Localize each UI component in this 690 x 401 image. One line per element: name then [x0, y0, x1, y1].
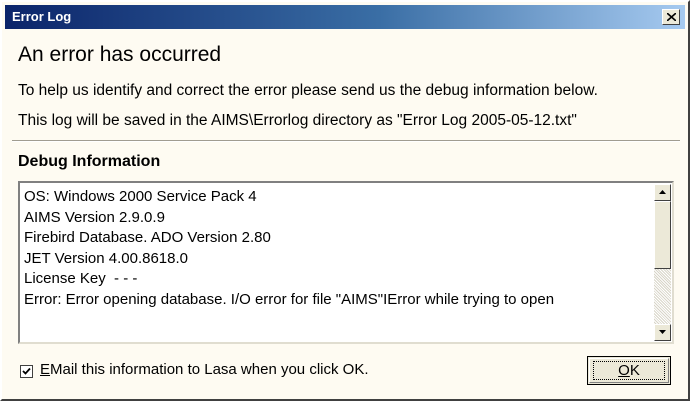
- title-bar[interactable]: Error Log: [5, 5, 685, 29]
- email-hotkey: E: [40, 361, 51, 378]
- email-label-text: Mail this information to Lasa when you c…: [50, 361, 369, 378]
- arrow-up-icon: [659, 190, 666, 194]
- close-button[interactable]: [662, 9, 680, 25]
- check-icon: [22, 367, 31, 375]
- scroll-track[interactable]: [654, 269, 671, 324]
- debug-line: License Key - - -: [24, 270, 138, 287]
- debug-information-title: Debug Information: [18, 153, 161, 170]
- ok-hotkey: O: [618, 362, 630, 379]
- ok-button-label: OK: [588, 362, 670, 379]
- log-path-text: This log will be saved in the AIMS\Error…: [18, 112, 577, 129]
- debug-information-textbox[interactable]: OS: Windows 2000 Service Pack 4 AIMS Ver…: [18, 181, 674, 344]
- scroll-down-button[interactable]: [654, 324, 671, 341]
- email-checkbox[interactable]: [20, 365, 33, 378]
- instruction-text: To help us identify and correct the erro…: [18, 82, 598, 99]
- debug-line: AIMS Version 2.9.0.9: [24, 208, 165, 226]
- error-log-window: Error Log An error has occurred To help …: [0, 0, 690, 401]
- debug-line: JET Version 4.00.8618.0: [24, 249, 189, 267]
- ok-label-rest: K: [629, 362, 640, 379]
- error-heading: An error has occurred: [18, 43, 222, 66]
- separator: [12, 140, 680, 142]
- vertical-scrollbar[interactable]: [654, 184, 671, 341]
- debug-line: OS: Windows 2000 Service Pack 4: [24, 188, 257, 205]
- debug-line: Firebird Database. ADO Version 2.80: [24, 229, 271, 246]
- arrow-down-icon: [659, 330, 666, 334]
- ok-button[interactable]: OK: [587, 356, 671, 385]
- scroll-up-button[interactable]: [654, 184, 671, 201]
- scroll-thumb[interactable]: [654, 201, 671, 269]
- window-title: Error Log: [12, 9, 72, 24]
- debug-text-content[interactable]: OS: Windows 2000 Service Pack 4 AIMS Ver…: [24, 187, 654, 342]
- close-icon: [667, 13, 676, 21]
- debug-line: Error: Error opening database. I/O error…: [24, 290, 555, 308]
- email-checkbox-label[interactable]: EMail this information to Lasa when you …: [40, 361, 369, 378]
